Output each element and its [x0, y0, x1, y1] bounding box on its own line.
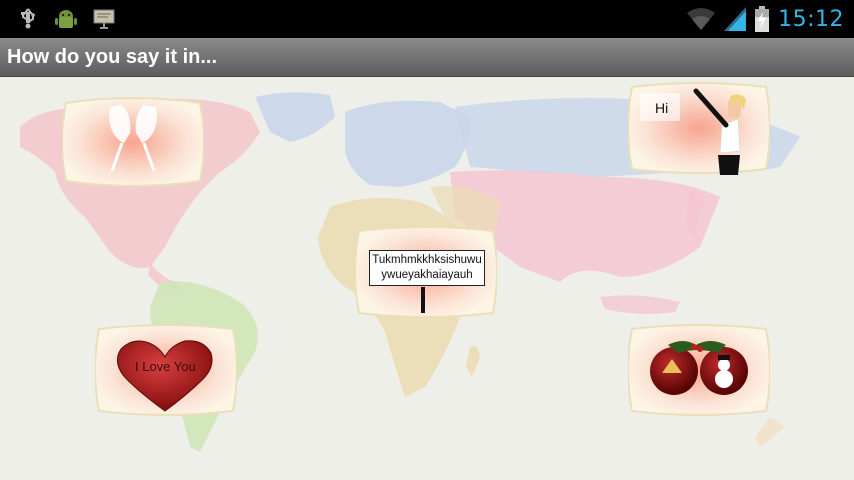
sign-text: Tukmhmkkhksishuwuywueyakhaiayauh	[369, 250, 485, 286]
hello-tile[interactable]: Hi	[628, 81, 770, 175]
app-title: How do you say it in...	[7, 46, 218, 68]
love-label: I Love You	[135, 359, 196, 374]
clock: 15:12	[778, 6, 844, 32]
android-debug-icon	[55, 10, 77, 28]
screen-cast-icon	[93, 9, 115, 29]
battery-charging-icon	[755, 6, 770, 32]
world-map-screen: Hi Tukmhmkkhksishuwuywueyakhaiayauh I Lo…	[0, 77, 854, 480]
usb-icon	[21, 8, 35, 29]
signal-icon	[724, 7, 747, 31]
action-bar: How do you say it in...	[0, 38, 854, 77]
cheers-tile[interactable]	[62, 95, 204, 189]
waving-woman-icon	[628, 82, 770, 175]
christmas-ornaments-icon	[628, 324, 770, 416]
love-tile[interactable]: I Love You	[95, 323, 237, 417]
hi-label: Hi	[655, 100, 669, 116]
status-bar: 15:12	[0, 0, 854, 38]
champagne-glasses-icon	[62, 97, 204, 187]
wifi-icon	[687, 8, 716, 30]
christmas-tile[interactable]	[628, 323, 770, 417]
